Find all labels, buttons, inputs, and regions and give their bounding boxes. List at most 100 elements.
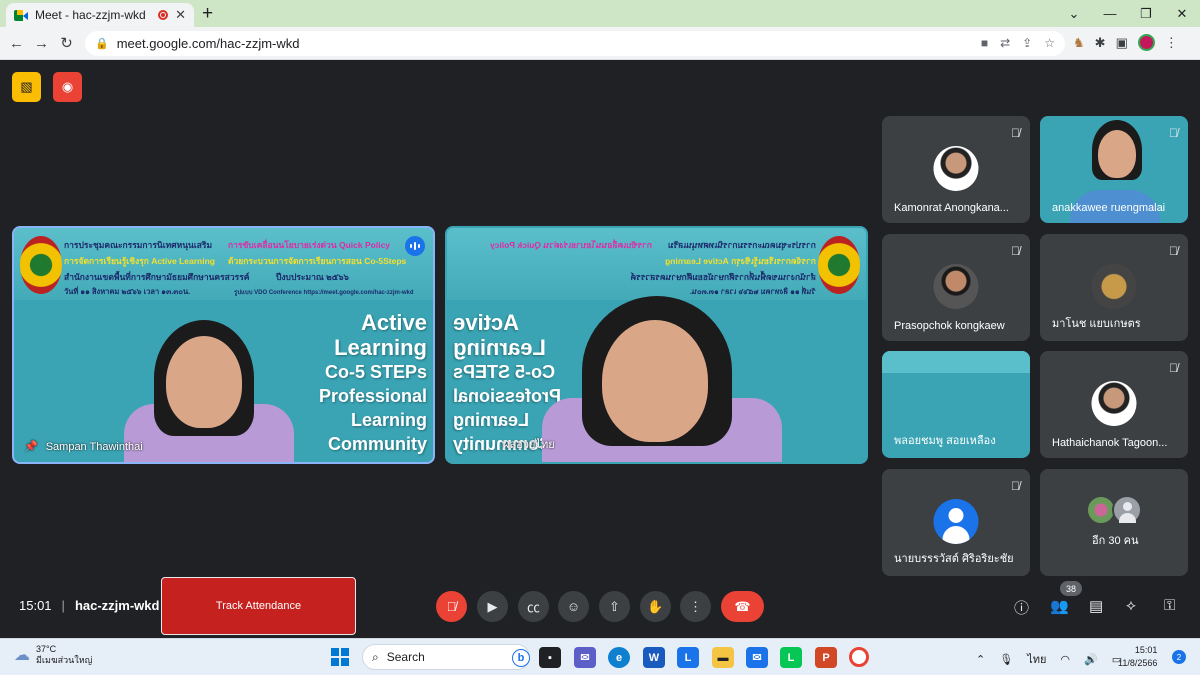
side-panel-icon[interactable]: ▣ xyxy=(1116,35,1128,51)
leave-call-button[interactable]: ☎ xyxy=(721,591,764,622)
windows-start-icon[interactable] xyxy=(331,648,349,666)
mic-off-icon: 🎙̸ xyxy=(1011,126,1020,140)
participant-tile[interactable]: 🎙̸ พลอยชมพู สอยเหลือง xyxy=(882,351,1030,458)
tab-close-icon[interactable]: ✕ xyxy=(175,7,186,23)
mic-off-icon: 🎙̸ xyxy=(1169,244,1178,258)
banner-line-1: การประชุมคณะกรรมการนิเทศหนุนเสริม xyxy=(64,240,213,250)
search-label: Search xyxy=(386,650,425,664)
reload-icon[interactable]: ↻ xyxy=(54,34,79,52)
participant-avatar xyxy=(1091,381,1137,426)
lock-icon[interactable]: 🔒 xyxy=(95,37,109,50)
restore-button[interactable]: ❐ xyxy=(1128,6,1164,22)
participant-tile[interactable]: 🎙̸ Hathaichanok Tagoon... xyxy=(1040,351,1188,458)
omnibox-actions: ■ ⇄ ⇪ ☆ xyxy=(981,36,1055,50)
share-icon[interactable]: ⇪ xyxy=(1022,36,1032,50)
mic-off-icon: 🎙̸ xyxy=(446,599,457,614)
task-view-icon[interactable]: ▪ xyxy=(539,647,561,668)
participant-tile[interactable]: 🎙̸ Kamonrat Anongkana... xyxy=(882,116,1030,223)
system-tray: ⌃ 🎙 ไทย ◠ 🔊 ▭ xyxy=(976,650,1122,668)
main-video-tile-presenter[interactable]: การประชุมคณะกรรมการนิเทศหนุนเสริม การขับ… xyxy=(12,226,435,464)
meet-favicon-icon xyxy=(14,9,28,21)
reactions-button[interactable]: ☺ xyxy=(558,591,589,622)
teams-chat-icon[interactable]: ✉ xyxy=(574,647,596,668)
participant-name: พลอยชมพู สอยเหลือง xyxy=(894,435,996,447)
participant-tile[interactable]: 🎙̸ นายบรรรวัสต์ ศิริอริยะชัย xyxy=(882,469,1030,576)
profile-avatar[interactable] xyxy=(1137,34,1155,51)
banner-line-1: การประชุมคณะกรรมการนิเทศหนุนเสริม xyxy=(667,240,816,250)
activities-icon[interactable]: ⟡ xyxy=(1126,597,1136,614)
wifi-icon[interactable]: ◠ xyxy=(1060,653,1070,666)
participant-tile[interactable]: 🎙̸ มาโนช แยบเกษตร xyxy=(1040,234,1188,341)
participant-name: Sampan Thawinthai xyxy=(45,440,143,453)
notification-badge[interactable]: 2 xyxy=(1172,650,1186,664)
more-vert-icon: ⋮ xyxy=(689,598,702,614)
emoji-icon: ☺ xyxy=(566,599,581,614)
participant-tile[interactable]: 🎙̸ Prasopchok kongkaew xyxy=(882,234,1030,341)
more-participants-avatars xyxy=(1086,495,1142,525)
banner-line-4b: รูปแบบ VDO Conference https://meet.googl… xyxy=(234,290,414,296)
participant-avatar xyxy=(933,264,979,309)
main-video-tile-camera[interactable]: การประชุมคณะกรรมการนิเทศหนุนเสริม การขับ… xyxy=(445,226,868,464)
meeting-status-icons: ▧ ◉ xyxy=(12,72,82,102)
school-seal-logo xyxy=(818,236,860,294)
edge-icon[interactable]: e xyxy=(608,647,630,668)
mic-toggle-button[interactable]: 🎙̸ xyxy=(436,591,467,622)
chat-icon[interactable]: ▤ xyxy=(1089,597,1103,615)
banner-line-2b: ด้วยกระบวนการจัดการเรียนการสอน Co-5Steps xyxy=(228,256,407,266)
language-indicator[interactable]: ไทย xyxy=(1027,650,1046,668)
powerpoint-icon[interactable]: P xyxy=(815,647,837,668)
mic-off-icon: 🎙̸ xyxy=(1011,244,1020,258)
line-icon[interactable]: L xyxy=(780,647,802,668)
forward-arrow-icon[interactable]: → xyxy=(29,35,54,52)
slide-banner-mirrored: การประชุมคณะกรรมการนิเทศหนุนเสริม การขับ… xyxy=(447,228,866,300)
browser-toolbar: ← → ↻ 🔒 meet.google.com/hac-zzjm-wkd ■ ⇄… xyxy=(0,27,1200,60)
taskbar-search[interactable]: ⌕ Search xyxy=(362,644,530,670)
weather-widget[interactable]: ☁ 37°C มีเมฆส่วนใหญ่ xyxy=(14,644,92,666)
menu-kebab-icon[interactable]: ⋮ xyxy=(1165,35,1178,51)
file-explorer-icon[interactable]: ▬ xyxy=(712,647,734,668)
camera-off-notice-icon[interactable]: ▧ xyxy=(12,72,41,102)
banner-line-2: การจัดการเรียนรู้เชิงรุก Active Learning xyxy=(64,256,215,266)
microphone-icon[interactable]: 🎙 xyxy=(999,653,1013,666)
translate-icon[interactable]: ⇄ xyxy=(1000,36,1010,50)
present-screen-button[interactable]: ⇧ xyxy=(599,591,630,622)
host-controls-icon[interactable]: ⚿ xyxy=(1164,597,1175,614)
track-attendance-button[interactable]: Track Attendance xyxy=(161,577,356,635)
close-window-button[interactable]: ✕ xyxy=(1164,6,1200,22)
new-tab-button[interactable]: + xyxy=(202,3,213,25)
word-icon[interactable]: W xyxy=(643,647,665,668)
chrome-icon[interactable] xyxy=(849,647,869,667)
browser-tab-meet[interactable]: Meet - hac-zzjm-wkd ✕ xyxy=(6,3,194,27)
recording-icon[interactable]: ◉ xyxy=(53,72,82,102)
taskbar-clock[interactable]: 15:01 11/8/2566 xyxy=(1118,644,1157,670)
back-arrow-icon[interactable]: ← xyxy=(4,35,29,52)
l-app-icon[interactable]: L xyxy=(677,647,699,668)
raise-hand-button[interactable]: ✋ xyxy=(640,591,671,622)
bing-icon[interactable]: b xyxy=(512,649,530,667)
extension-icon[interactable]: ♞ xyxy=(1073,35,1085,51)
recording-indicator-icon xyxy=(158,10,169,20)
captions-button[interactable]: ㏄ xyxy=(518,591,549,622)
volume-icon[interactable]: 🔊 xyxy=(1084,653,1098,666)
address-bar[interactable]: 🔒 meet.google.com/hac-zzjm-wkd ■ ⇄ ⇪ ☆ xyxy=(85,31,1065,56)
minimize-button[interactable]: — xyxy=(1092,6,1128,21)
people-icon[interactable]: 👥 xyxy=(1050,597,1069,615)
more-options-button[interactable]: ⋮ xyxy=(680,591,711,622)
meeting-details-icon[interactable]: ⓘ xyxy=(1014,597,1029,618)
pin-icon[interactable]: 📌 xyxy=(24,440,38,453)
slide-text-line: Professional xyxy=(453,386,562,406)
bookmark-star-icon[interactable]: ☆ xyxy=(1044,36,1055,50)
camera-in-use-icon[interactable]: ■ xyxy=(981,36,988,50)
mic-off-icon: 🎙̸ xyxy=(1169,126,1178,140)
meeting-info-separator: | xyxy=(61,598,65,613)
more-participants-tile[interactable]: อีก 30 คน xyxy=(1040,469,1188,576)
camera-toggle-button[interactable]: ▶ xyxy=(477,591,508,622)
participant-tile[interactable]: 🎙̸ anakkawee ruengmalai xyxy=(1040,116,1188,223)
puzzle-extensions-icon[interactable]: ✱ xyxy=(1095,35,1106,51)
mail-icon[interactable]: ✉ xyxy=(746,647,768,668)
chevron-up-icon[interactable]: ⌃ xyxy=(976,653,985,666)
weather-description: มีเมฆส่วนใหญ่ xyxy=(36,655,93,665)
url-text[interactable]: meet.google.com/hac-zzjm-wkd xyxy=(117,36,300,51)
tab-search-button[interactable]: ⌄ xyxy=(1056,6,1092,22)
participant-name: anakkawee ruengmalai xyxy=(1052,202,1166,214)
